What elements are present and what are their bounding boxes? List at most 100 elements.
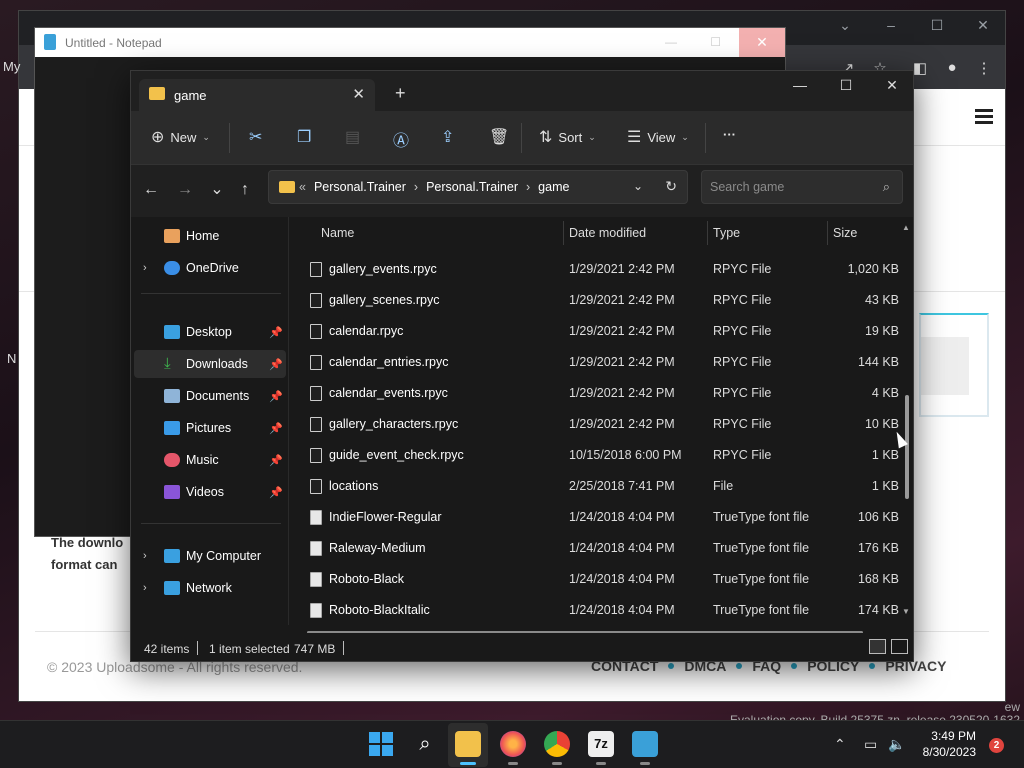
close-icon[interactable]: ✕	[877, 77, 907, 94]
sidebar-item-desktop[interactable]: Desktop 📌	[134, 318, 286, 346]
search-icon[interactable]: ⌕	[883, 179, 890, 195]
column-header-name[interactable]: Name	[321, 226, 354, 240]
file-row[interactable]: Roboto-Black 1/24/2018 4:04 PM TrueType …	[291, 564, 899, 595]
minimize-icon[interactable]: –	[879, 17, 903, 37]
chevron-right-icon[interactable]: ›	[143, 582, 147, 594]
start-icon[interactable]	[368, 731, 394, 757]
paste-button[interactable]: ▤	[345, 127, 360, 147]
maximize-icon[interactable]: ☐	[925, 17, 949, 37]
file-explorer-icon[interactable]	[455, 731, 481, 757]
cut-button[interactable]: ✂	[249, 127, 262, 147]
chevron-right-icon[interactable]: ›	[526, 180, 530, 194]
back-arrow-icon[interactable]: ←	[139, 178, 163, 202]
rename-button[interactable]: Ⓐ	[393, 127, 409, 151]
details-view-icon[interactable]	[869, 639, 886, 654]
minimize-icon[interactable]: —	[785, 77, 815, 93]
up-arrow-icon[interactable]: ↑	[233, 178, 257, 202]
new-tab-icon[interactable]: +	[395, 83, 406, 104]
command-bar: ⊕ New ⌄ ✂ ❐ ▤ Ⓐ ⇪ 🗑 ⇅ Sort ⌄ ☰ View ⌄ ··…	[131, 111, 913, 165]
taskbar: ⌕ 7z ⌃ ▭ 🔈 3:49 PM 8/30/2023 2	[0, 720, 1024, 768]
maximize-icon[interactable]: ☐	[831, 77, 861, 94]
pin-icon[interactable]: 📌	[269, 390, 283, 403]
close-tab-icon[interactable]: ✕	[352, 85, 365, 103]
volume-icon[interactable]: 🔈	[888, 736, 905, 753]
maximize-icon[interactable]: ☐	[710, 35, 721, 49]
search-box[interactable]: ⌕	[701, 170, 903, 204]
forward-arrow-icon[interactable]: →	[173, 178, 197, 202]
close-icon[interactable]: ✕	[971, 17, 995, 37]
tab-strip: game ✕ + — ☐ ✕	[131, 71, 913, 111]
scroll-down-icon[interactable]: ▼	[902, 607, 910, 616]
sidebar-item-videos[interactable]: Videos 📌	[134, 478, 286, 506]
file-row[interactable]: locations 2/25/2018 7:41 PM File 1 KB	[291, 471, 899, 502]
scrollbar-thumb[interactable]	[905, 395, 909, 499]
pin-icon[interactable]: 📌	[269, 422, 283, 435]
item-count: 42 items	[144, 642, 190, 656]
refresh-icon[interactable]: ↻	[665, 178, 677, 195]
sidebar-item-music[interactable]: Music 📌	[134, 446, 286, 474]
search-icon[interactable]: ⌕	[412, 731, 438, 757]
column-header-size[interactable]: Size	[833, 226, 857, 240]
chevron-right-icon[interactable]: ›	[414, 180, 418, 194]
new-button[interactable]: ⊕ New ⌄	[151, 127, 210, 147]
chevron-down-icon[interactable]: ⌄	[833, 17, 857, 37]
pin-icon[interactable]: 📌	[269, 486, 283, 499]
delete-button[interactable]: 🗑	[489, 127, 509, 147]
sidebar-item-my-computer[interactable]: › My Computer	[134, 542, 286, 570]
chevron-right-icon[interactable]: ›	[143, 262, 147, 274]
file-explorer-window[interactable]: game ✕ + — ☐ ✕ ⊕ New ⌄ ✂ ❐ ▤ Ⓐ ⇪ 🗑 ⇅ Sor…	[130, 70, 914, 662]
file-row[interactable]: gallery_characters.rpyc 1/29/2021 2:42 P…	[291, 409, 899, 440]
file-row[interactable]: calendar_events.rpyc 1/29/2021 2:42 PM R…	[291, 378, 899, 409]
notepad-icon[interactable]	[632, 731, 658, 757]
search-input[interactable]	[710, 180, 870, 194]
menu-icon[interactable]: ⋮	[975, 59, 993, 77]
network-status-icon[interactable]: ▭	[864, 736, 877, 753]
hamburger-menu-icon[interactable]	[975, 109, 993, 125]
sidebar-item-network[interactable]: › Network	[134, 574, 286, 602]
tab-game[interactable]: game ✕	[139, 79, 375, 111]
sidebar-item-documents[interactable]: Documents 📌	[134, 382, 286, 410]
pin-icon[interactable]: 📌	[269, 454, 283, 467]
chevron-right-icon[interactable]: ›	[143, 550, 147, 562]
column-header-type[interactable]: Type	[713, 226, 740, 240]
system-clock[interactable]: 3:49 PM 8/30/2023	[923, 728, 976, 760]
copy-button[interactable]: ❐	[297, 127, 311, 147]
sidebar-item-onedrive[interactable]: › OneDrive	[134, 254, 286, 282]
firefox-icon[interactable]	[500, 731, 526, 757]
minimize-icon[interactable]: —	[665, 35, 677, 49]
profile-icon[interactable]: ●	[943, 59, 961, 77]
scroll-up-icon[interactable]: ▲	[902, 223, 910, 232]
column-header-date[interactable]: Date modified	[569, 226, 646, 240]
recent-chevron-icon[interactable]: ⌄	[205, 178, 229, 202]
sort-button[interactable]: ⇅ Sort ⌄	[539, 127, 596, 147]
close-icon[interactable]: ✕	[739, 28, 785, 57]
breadcrumb-item[interactable]: Personal.Trainer	[426, 180, 518, 194]
7zip-icon[interactable]: 7z	[588, 731, 614, 757]
file-row[interactable]: calendar.rpyc 1/29/2021 2:42 PM RPYC Fil…	[291, 316, 899, 347]
view-button[interactable]: ☰ View ⌄	[627, 127, 689, 147]
sidebar-item-pictures[interactable]: Pictures 📌	[134, 414, 286, 442]
pin-icon[interactable]: 📌	[269, 326, 283, 339]
chevron-up-icon[interactable]: ⌃	[834, 736, 846, 753]
share-button[interactable]: ⇪	[441, 127, 454, 147]
file-row[interactable]: calendar_entries.rpyc 1/29/2021 2:42 PM …	[291, 347, 899, 378]
tiles-view-icon[interactable]	[891, 639, 908, 654]
file-row[interactable]: guide_event_check.rpyc 10/15/2018 6:00 P…	[291, 440, 899, 471]
selection-size: 747 MB	[294, 642, 336, 656]
notification-badge[interactable]: 2	[989, 738, 1004, 753]
breadcrumb-item[interactable]: Personal.Trainer	[314, 180, 406, 194]
sidebar-item-home[interactable]: Home	[134, 222, 286, 250]
pin-icon[interactable]: 📌	[269, 358, 283, 371]
chevron-down-icon[interactable]: ⌄	[633, 179, 643, 193]
file-row[interactable]: IndieFlower-Regular 1/24/2018 4:04 PM Tr…	[291, 502, 899, 533]
more-options-button[interactable]: ···	[723, 127, 736, 142]
chrome-icon[interactable]	[544, 731, 570, 757]
file-row[interactable]: Roboto-BlackItalic 1/24/2018 4:04 PM Tru…	[291, 595, 899, 626]
file-row[interactable]: gallery_scenes.rpyc 1/29/2021 2:42 PM RP…	[291, 285, 899, 316]
address-bar[interactable]: « Personal.Trainer › Personal.Trainer › …	[268, 170, 688, 204]
file-row[interactable]: gallery_events.rpyc 1/29/2021 2:42 PM RP…	[291, 254, 899, 285]
breadcrumb-item[interactable]: game	[538, 180, 569, 194]
vertical-scrollbar[interactable]: ▲ ▼	[902, 217, 911, 617]
file-row[interactable]: Raleway-Medium 1/24/2018 4:04 PM TrueTyp…	[291, 533, 899, 564]
sidebar-item-downloads[interactable]: ⤓ Downloads 📌	[134, 350, 286, 378]
